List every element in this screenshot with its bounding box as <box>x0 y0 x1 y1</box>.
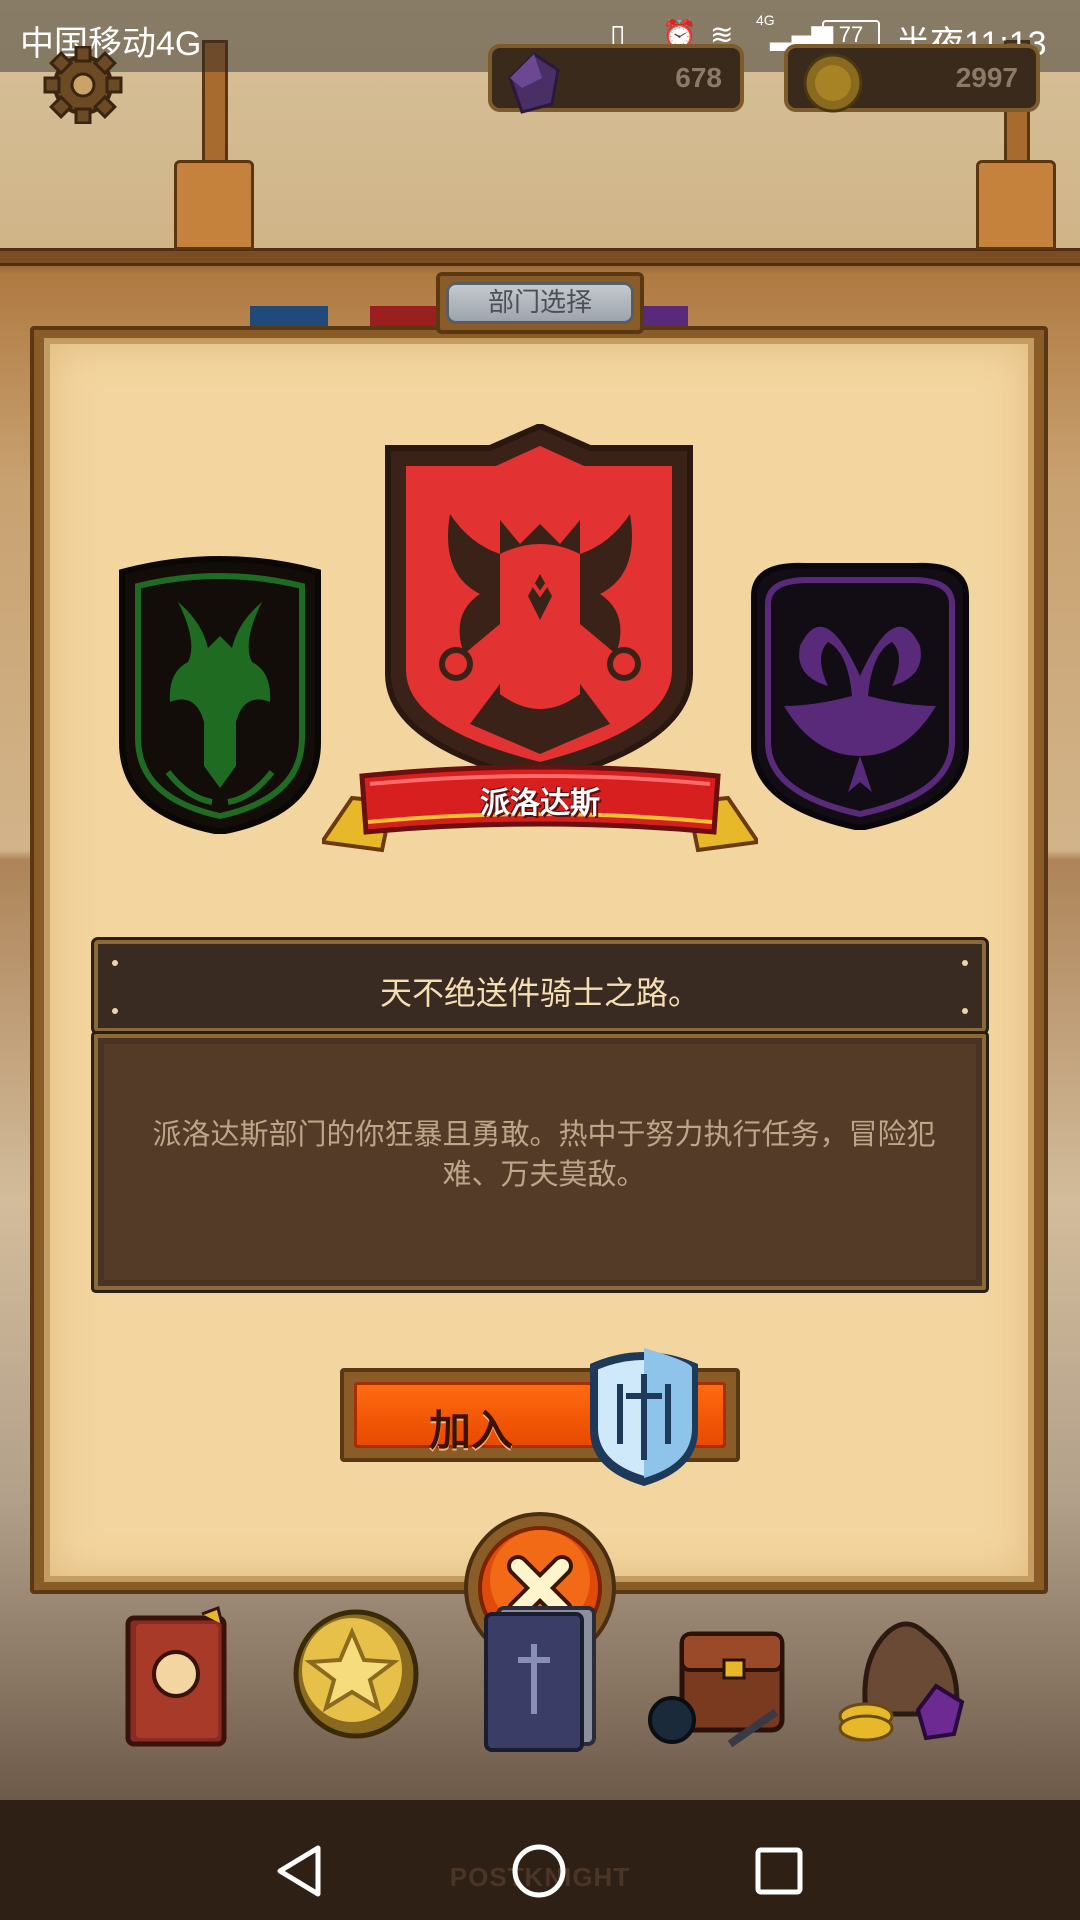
dialog-title: 部门选择 <box>446 282 634 324</box>
purple-crest-icon[interactable] <box>744 556 976 830</box>
gem-count: 678 <box>675 62 722 93</box>
tab-blue <box>250 306 328 326</box>
gold-counter[interactable]: 2997 <box>784 44 1040 113</box>
join-label: 加入 <box>429 1406 514 1455</box>
coin-icon <box>803 53 863 113</box>
shield-icon <box>590 1348 698 1486</box>
red-crest-icon[interactable] <box>380 424 698 784</box>
gear-icon[interactable] <box>40 46 126 124</box>
back-icon[interactable] <box>270 1840 332 1902</box>
gem-counter[interactable]: 678 <box>488 44 744 114</box>
treasure-pouch-icon[interactable] <box>836 1604 976 1746</box>
rivet <box>962 960 968 966</box>
motto-panel: 天不绝送件骑士之路。 <box>94 940 986 1032</box>
system-nav-bar <box>0 1822 1080 1920</box>
gem-icon <box>508 52 560 114</box>
description-panel: 派洛达斯部门的你狂暴且勇敢。热中于努力执行任务，冒险犯难、万夫莫敌。 <box>94 1034 986 1290</box>
medal-icon[interactable] <box>290 1604 420 1740</box>
recent-apps-icon[interactable] <box>748 1840 810 1902</box>
home-icon[interactable] <box>508 1840 570 1902</box>
journal-book-icon[interactable] <box>118 1604 234 1754</box>
ceiling-beam <box>0 248 1080 266</box>
skill-card-icon[interactable] <box>478 1604 602 1752</box>
department-motto: 天不绝送件骑士之路。 <box>379 974 700 1012</box>
tab-red <box>370 306 440 326</box>
rivet <box>112 960 118 966</box>
department-description: 派洛达斯部门的你狂暴且勇敢。热中于努力执行任务，冒险犯难、万夫莫敌。 <box>152 1117 936 1191</box>
tab-purple <box>642 306 688 326</box>
green-crest-icon[interactable] <box>108 552 332 834</box>
inventory-bag-icon[interactable] <box>646 1604 796 1752</box>
gold-count: 2997 <box>955 62 1018 93</box>
department-name: 派洛达斯 <box>480 786 600 821</box>
